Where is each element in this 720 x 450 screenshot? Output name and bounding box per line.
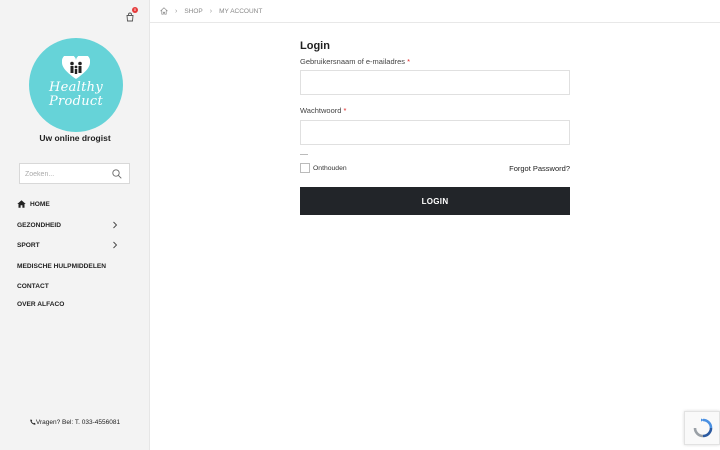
phone-text: Vragen? Bel: T. 033-4556081 bbox=[35, 419, 121, 426]
login-button[interactable]: Login bbox=[300, 187, 570, 215]
remember-me[interactable]: Onthouden bbox=[300, 163, 347, 173]
nav-item-label: Gezondheid bbox=[17, 221, 61, 229]
required-mark: * bbox=[343, 106, 347, 115]
username-field[interactable] bbox=[301, 71, 569, 94]
page-title: Login bbox=[300, 40, 330, 52]
sidebar: 0 Healthy Product Uw online drogist Home bbox=[0, 0, 150, 450]
search-icon[interactable] bbox=[112, 169, 122, 179]
breadcrumb-bar: › Shop › My Account bbox=[150, 0, 720, 23]
nav-item-over-alfaco[interactable]: Over Alfaco bbox=[17, 298, 122, 310]
nav-item-label: Medische hulpmiddelen bbox=[17, 262, 107, 270]
cart-button[interactable]: 0 bbox=[125, 7, 138, 22]
family-heart-icon bbox=[62, 56, 90, 79]
logo[interactable]: Healthy Product bbox=[29, 38, 123, 132]
breadcrumb-my-account: My Account bbox=[219, 7, 263, 15]
password-label: Wachtwoord * bbox=[300, 106, 346, 115]
search-box bbox=[19, 163, 130, 184]
nav-item-medische-hulpmiddelen[interactable]: Medische hulpmiddelen bbox=[17, 260, 122, 272]
shopping-bag-icon bbox=[126, 12, 134, 22]
password-field-wrapper bbox=[300, 120, 570, 145]
tagline: Uw online drogist bbox=[39, 133, 111, 143]
nav-item-gezondheid[interactable]: Gezondheid bbox=[17, 219, 122, 231]
phone-contact[interactable]: Vragen? Bel: T. 033-4556081 bbox=[0, 419, 150, 426]
nav-item-label: Sport bbox=[17, 241, 40, 249]
username-label-text: Gebruikersnaam of e-mailadres bbox=[300, 57, 406, 66]
nav-item-label: Over Alfaco bbox=[17, 300, 65, 308]
remember-label: Onthouden bbox=[313, 164, 347, 172]
recaptcha-badge[interactable] bbox=[684, 411, 720, 445]
nav-item-label: Home bbox=[30, 200, 50, 208]
password-strength-divider bbox=[300, 154, 308, 155]
chevron-right-icon bbox=[113, 241, 118, 249]
search-input[interactable] bbox=[25, 167, 105, 181]
password-field[interactable] bbox=[301, 121, 569, 144]
recaptcha-icon bbox=[693, 418, 713, 438]
chevron-right-icon: › bbox=[175, 7, 178, 15]
logo-text-healthy: Healthy bbox=[49, 80, 103, 95]
breadcrumb: › Shop › My Account bbox=[160, 7, 262, 15]
remember-checkbox[interactable] bbox=[300, 163, 310, 173]
chevron-right-icon bbox=[113, 221, 118, 229]
logo-text-product: Product bbox=[48, 94, 104, 109]
nav-item-contact[interactable]: Contact bbox=[17, 280, 122, 292]
required-mark: * bbox=[407, 57, 411, 66]
home-icon bbox=[17, 200, 26, 208]
username-field-wrapper bbox=[300, 70, 570, 95]
forgot-password-link[interactable]: Forgot Password? bbox=[509, 164, 570, 173]
username-label: Gebruikersnaam of e-mailadres * bbox=[300, 57, 410, 66]
nav-item-home[interactable]: Home bbox=[17, 198, 122, 210]
breadcrumb-shop[interactable]: Shop bbox=[184, 8, 202, 15]
cart-count-badge: 0 bbox=[132, 7, 138, 13]
chevron-right-icon: › bbox=[209, 7, 213, 15]
nav-item-sport[interactable]: Sport bbox=[17, 239, 122, 251]
password-label-text: Wachtwoord bbox=[300, 106, 342, 115]
home-icon[interactable] bbox=[160, 7, 168, 15]
nav-item-label: Contact bbox=[17, 282, 49, 290]
